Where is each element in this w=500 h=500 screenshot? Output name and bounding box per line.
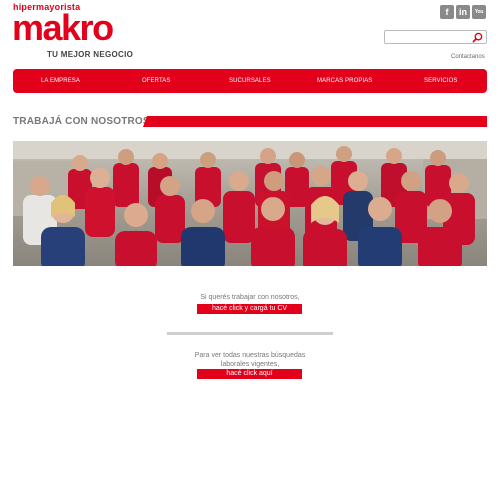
- search-box: [384, 30, 487, 44]
- jobs-prompt-text-line2: laborales vigentes,: [220, 361, 280, 368]
- logo-tagline-bottom: TU MEJOR NEGOCIO: [47, 50, 134, 59]
- linkedin-icon[interactable]: in: [456, 5, 470, 19]
- upload-cv-button[interactable]: hacé click y cargá tu CV: [197, 304, 302, 314]
- contact-link[interactable]: Contactanos: [451, 54, 485, 60]
- page-title: TRABAJÁ CON NOSOTROS: [13, 116, 150, 127]
- facebook-icon[interactable]: f: [440, 5, 454, 19]
- title-accent-bar: [143, 116, 487, 127]
- jobs-prompt-text-line1: Para ver todas nuestras búsquedas: [194, 352, 306, 359]
- nav-item-servicios[interactable]: SERVICIOS: [424, 78, 457, 84]
- cv-prompt-text: Si querés trabajar con nosotros,: [200, 294, 300, 301]
- nav-item-sucursales[interactable]: SUCURSALES: [229, 78, 271, 84]
- search-input[interactable]: [387, 32, 469, 42]
- youtube-icon[interactable]: You: [472, 5, 486, 19]
- nav-item-ofertas[interactable]: OFERTAS: [142, 78, 170, 84]
- nav-item-la-empresa[interactable]: LA EMPRESA: [41, 78, 80, 84]
- search-icon[interactable]: [472, 32, 483, 43]
- nav-item-marcas-propias[interactable]: MARCAS PROPIAS: [317, 78, 372, 84]
- makro-logo[interactable]: makro: [12, 10, 114, 46]
- main-nav: LA EMPRESA OFERTAS SUCURSALES MARCAS PRO…: [13, 69, 487, 93]
- view-jobs-button[interactable]: hacé click aquí: [197, 369, 302, 379]
- content-divider: [167, 332, 333, 335]
- team-photo: [13, 141, 487, 266]
